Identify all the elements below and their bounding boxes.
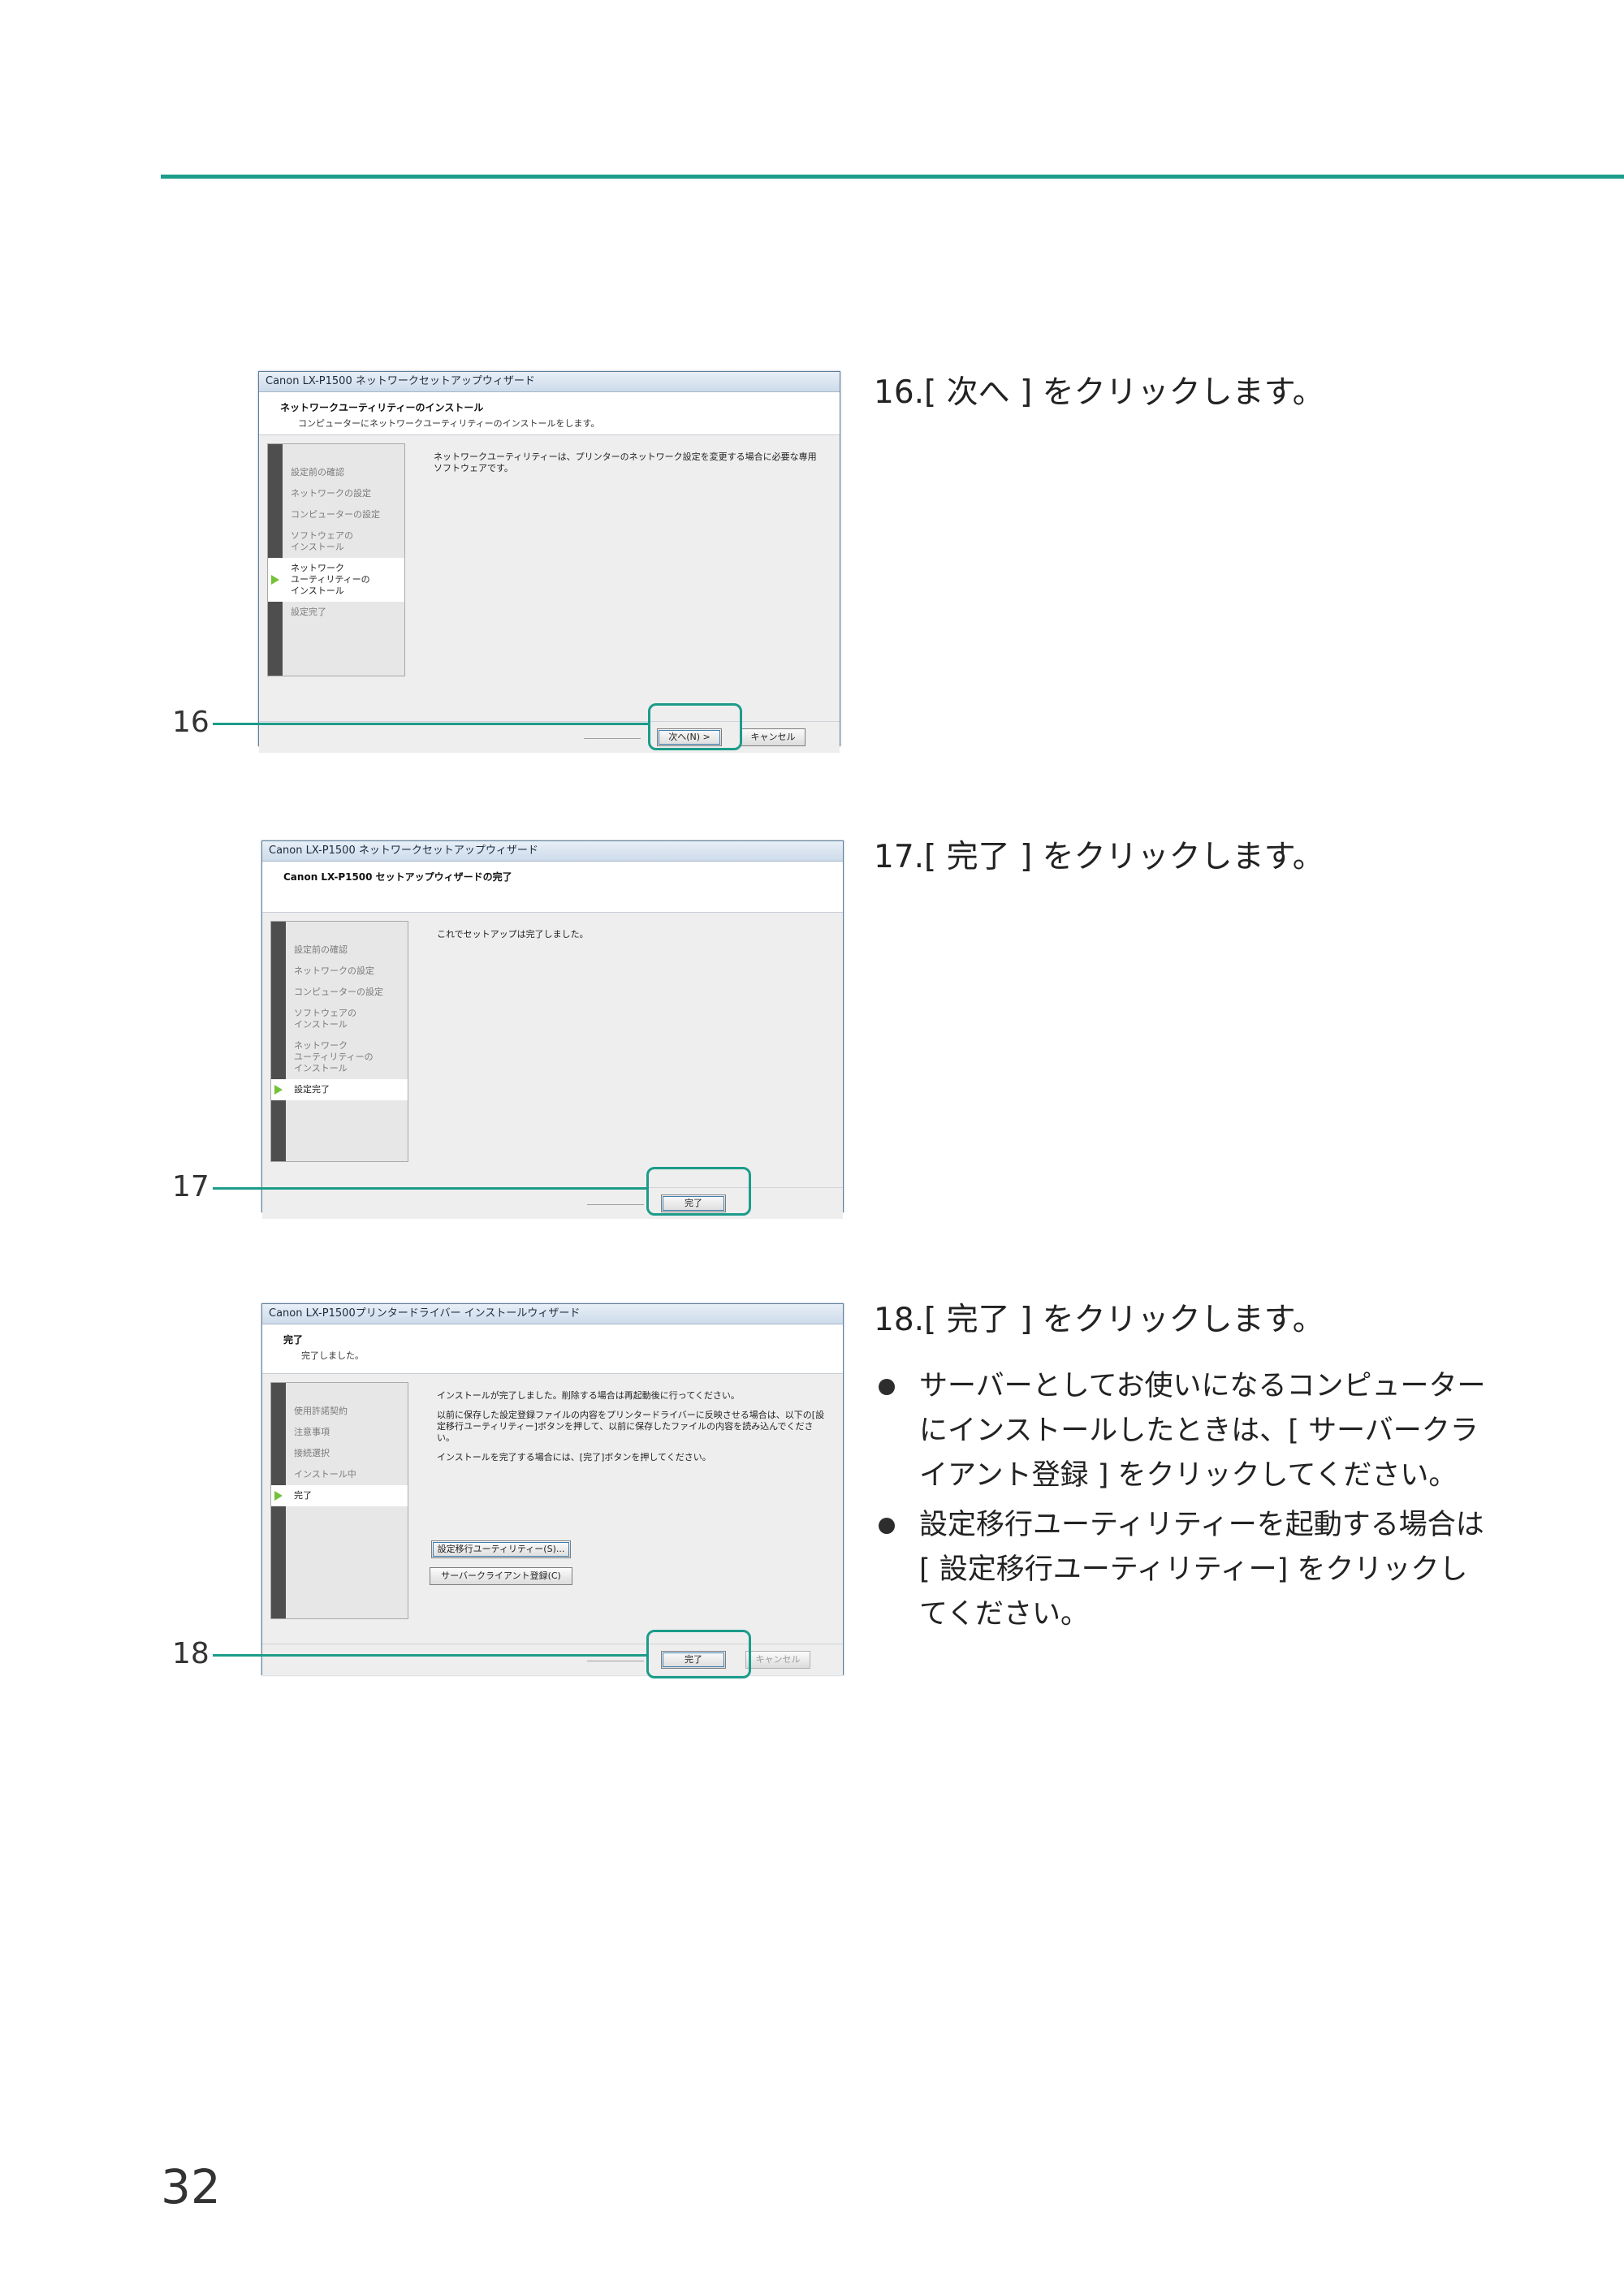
banner-subtitle: コンピューターにネットワークユーティリティーのインストールをします。 — [298, 418, 600, 429]
step-item: 設定前の確認 — [294, 944, 348, 955]
leader-line — [213, 723, 650, 725]
migration-utility-button[interactable]: 設定移行ユーティリティー(S)... — [431, 1540, 571, 1558]
callout-number: 17 — [172, 1170, 209, 1203]
wizard-banner: 完了 完了しました。 — [262, 1324, 843, 1374]
window-title: Canon LX-P1500プリンタードライバー インストールウィザード — [262, 1304, 843, 1324]
highlight-box — [646, 1167, 751, 1216]
message-text: 以前に保存した設定登録ファイルの内容をプリンタードライバーに反映させる場合は、以… — [437, 1410, 825, 1443]
step-item: コンピューターの設定 — [291, 509, 380, 520]
wizard-body: 使用許諾契約 注意事項 接続選択 インストール中 完了 インストールが完了しまし… — [262, 1374, 843, 1675]
banner-title: Canon LX-P1500 セットアップウィザードの完了 — [283, 871, 512, 883]
wizard-button-row: 完了 — [262, 1187, 843, 1219]
separator — [584, 738, 641, 739]
step-item: ソフトウェアの インストール — [291, 530, 353, 552]
wizard-button-row: 完了 キャンセル — [262, 1644, 843, 1675]
leader-line — [213, 1654, 648, 1657]
driver-install-wizard-screenshot: Canon LX-P1500プリンタードライバー インストールウィザード 完了 … — [261, 1303, 844, 1675]
step-item: 設定完了 — [291, 607, 326, 617]
cancel-button[interactable]: キャンセル — [745, 1651, 810, 1669]
step-item: ソフトウェアの インストール — [294, 1008, 356, 1030]
step-item: ネットワークの設定 — [294, 966, 374, 976]
step-item: コンピューターの設定 — [294, 987, 383, 997]
message-text: ネットワークユーティリティーは、プリンターのネットワーク設定を変更する場合に必要… — [434, 451, 817, 473]
leader-line — [213, 1187, 648, 1190]
step-item: 設定前の確認 — [291, 467, 344, 477]
step-16-instruction: 16.[ 次へ ] をクリックします。 — [874, 374, 1324, 411]
highlight-box — [646, 1630, 751, 1678]
step-item: インストール中 — [294, 1469, 356, 1480]
step-sidebar: 使用許諾契約 注意事項 接続選択 インストール中 完了 — [270, 1382, 408, 1619]
step-sidebar: 設定前の確認 ネットワークの設定 コンピューターの設定 ソフトウェアの インスト… — [267, 443, 405, 676]
banner-subtitle: 完了しました。 — [301, 1350, 364, 1361]
step-18-instruction: 18.[ 完了 ] をクリックします。 — [874, 1302, 1324, 1338]
wizard-body: 設定前の確認 ネットワークの設定 コンピューターの設定 ソフトウェアの インスト… — [262, 913, 843, 1219]
window-title: Canon LX-P1500 ネットワークセットアップウィザード — [259, 372, 840, 392]
step-item-current: 完了 — [271, 1485, 408, 1506]
step-item: 注意事項 — [294, 1427, 330, 1437]
message-text: インストールが完了しました。削除する場合は再起動後に行ってください。 — [437, 1390, 740, 1401]
step-17-instruction: 17.[ 完了 ] をクリックします。 — [874, 839, 1324, 875]
wizard-message: ネットワークユーティリティーは、プリンターのネットワーク設定を変更する場合に必要… — [434, 451, 823, 482]
step-sidebar: 設定前の確認 ネットワークの設定 コンピューターの設定 ソフトウェアの インスト… — [270, 921, 408, 1162]
wizard-message: インストールが完了しました。削除する場合は再起動後に行ってください。 以前に保存… — [437, 1390, 827, 1471]
highlight-box — [648, 703, 742, 750]
step-item: 使用許諾契約 — [294, 1406, 348, 1416]
wizard-screenshot-setup-complete: Canon LX-P1500 ネットワークセットアップウィザード Canon L… — [261, 840, 844, 1219]
step-item: 接続選択 — [294, 1448, 330, 1458]
step-item-current: 設定完了 — [271, 1079, 408, 1100]
cancel-button[interactable]: キャンセル — [741, 728, 806, 746]
step-item: ネットワークの設定 — [291, 488, 371, 499]
note-item: 設定移行ユーティリティーを起動する場合は [ 設定移行ユーティリティー] をクリ… — [874, 1503, 1491, 1637]
banner-title: 完了 — [283, 1334, 304, 1346]
step-item: ネットワーク ユーティリティーの インストール — [294, 1040, 374, 1074]
wizard-banner: ネットワークユーティリティーのインストール コンピューターにネットワークユーティ… — [259, 392, 840, 435]
note-item: サーバーとしてお使いになるコンピューターにインストールしたときは、[ サーバーク… — [874, 1364, 1491, 1498]
wizard-screenshot-network-utility: Canon LX-P1500 ネットワークセットアップウィザード ネットワークユ… — [258, 371, 840, 753]
wizard-button-row: 次へ(N) > キャンセル — [259, 721, 840, 753]
callout-number: 18 — [172, 1637, 209, 1670]
page-number: 32 — [161, 2159, 221, 2214]
wizard-banner: Canon LX-P1500 セットアップウィザードの完了 — [262, 862, 843, 913]
message-text: これでセットアップは完了しました。 — [437, 929, 589, 940]
header-rule — [161, 175, 1624, 179]
banner-title: ネットワークユーティリティーのインストール — [280, 402, 484, 413]
separator — [587, 1204, 644, 1205]
step-item-current: ネットワーク ユーティリティーの インストール — [268, 558, 404, 602]
server-client-register-button[interactable]: サーバークライアント登録(C) — [430, 1567, 572, 1585]
step-18-notes: サーバーとしてお使いになるコンピューターにインストールしたときは、[ サーバーク… — [874, 1364, 1491, 1642]
wizard-body: 設定前の確認 ネットワークの設定 コンピューターの設定 ソフトウェアの インスト… — [259, 435, 840, 753]
message-text: インストールを完了する場合には、[完了]ボタンを押してください。 — [437, 1452, 711, 1462]
wizard-message: これでセットアップは完了しました。 — [437, 929, 827, 948]
callout-number: 16 — [172, 706, 209, 739]
window-title: Canon LX-P1500 ネットワークセットアップウィザード — [262, 841, 843, 862]
